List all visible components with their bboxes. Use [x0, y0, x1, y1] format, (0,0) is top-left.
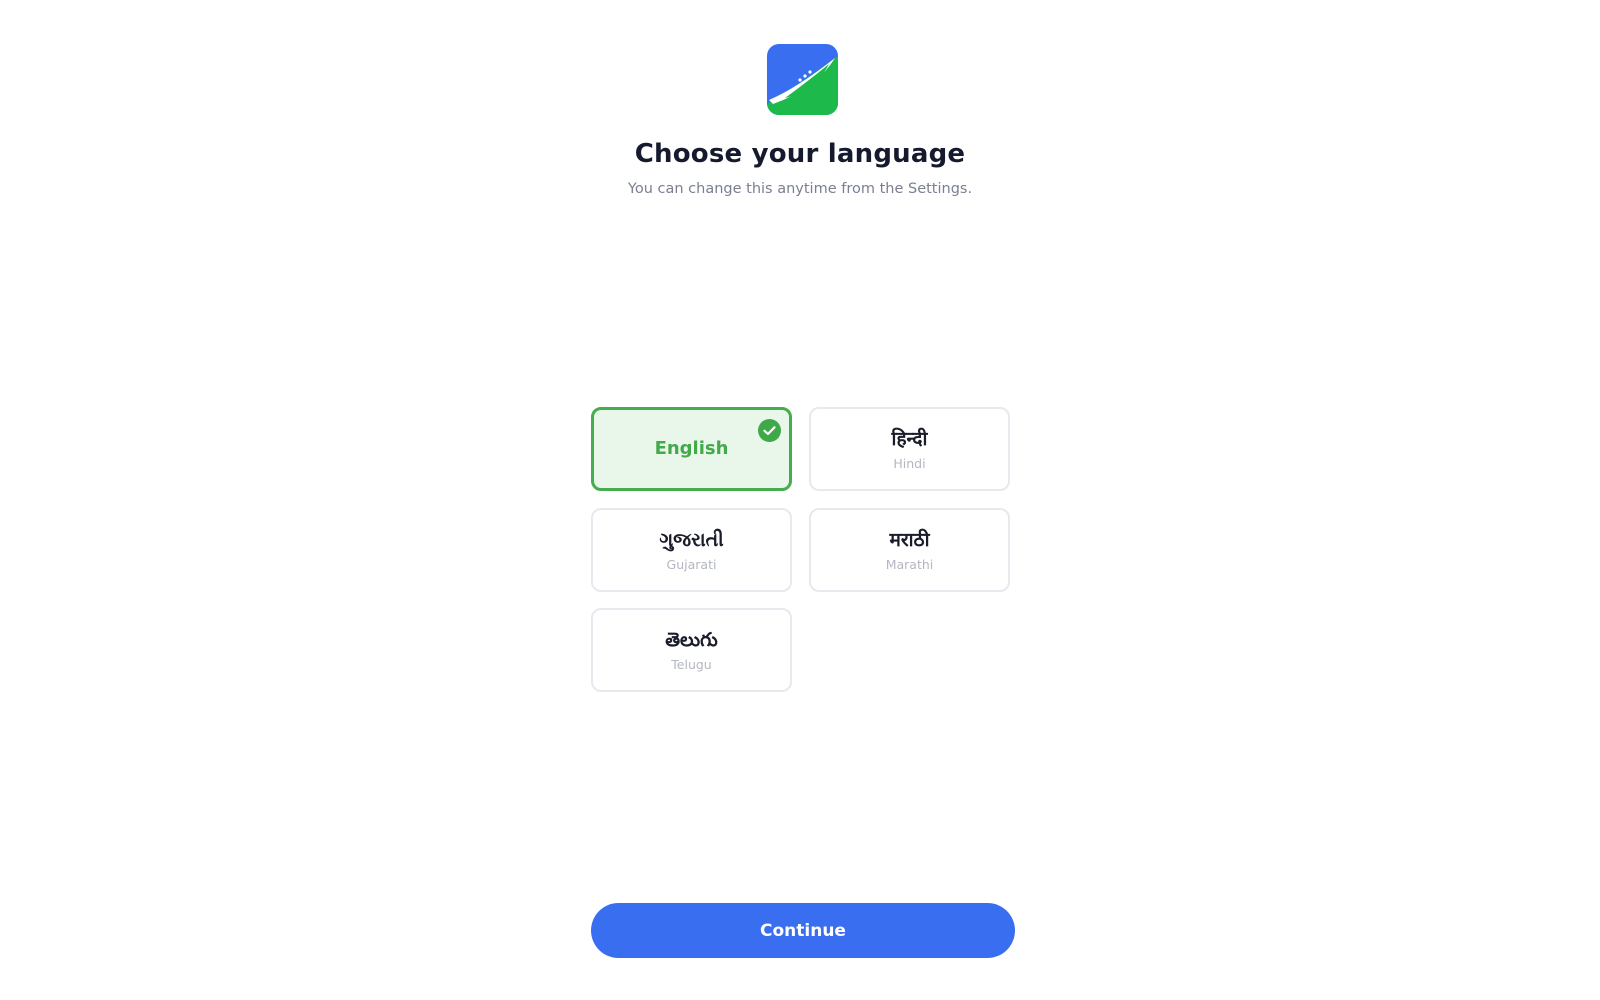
language-english-name: Hindi	[893, 456, 926, 471]
language-native-name: ગુજરાતી	[659, 529, 724, 551]
language-option-english[interactable]: English	[591, 407, 792, 491]
page-title: Choose your language	[634, 139, 966, 169]
language-english-name: Marathi	[885, 557, 934, 572]
language-option-telugu[interactable]: తెలుగు Telugu	[591, 608, 792, 692]
page-subtitle: You can change this anytime from the Set…	[627, 181, 973, 197]
language-selection-screen: Choose your language You can change this…	[0, 0, 1600, 1000]
language-option-gujarati[interactable]: ગુજરાતી Gujarati	[591, 508, 792, 592]
language-option-marathi[interactable]: मराठी Marathi	[809, 508, 1010, 592]
language-native-name: English	[654, 438, 729, 459]
language-english-name: Gujarati	[666, 557, 717, 572]
continue-button[interactable]: Continue	[591, 903, 1015, 958]
language-english-name: Telugu	[671, 657, 712, 672]
language-native-name: తెలుగు	[665, 629, 718, 651]
check-icon	[758, 419, 781, 442]
language-native-name: हिन्दी	[891, 428, 928, 450]
language-option-hindi[interactable]: हिन्दी Hindi	[809, 407, 1010, 491]
language-native-name: मराठी	[889, 529, 930, 551]
app-logo-icon	[767, 44, 838, 115]
